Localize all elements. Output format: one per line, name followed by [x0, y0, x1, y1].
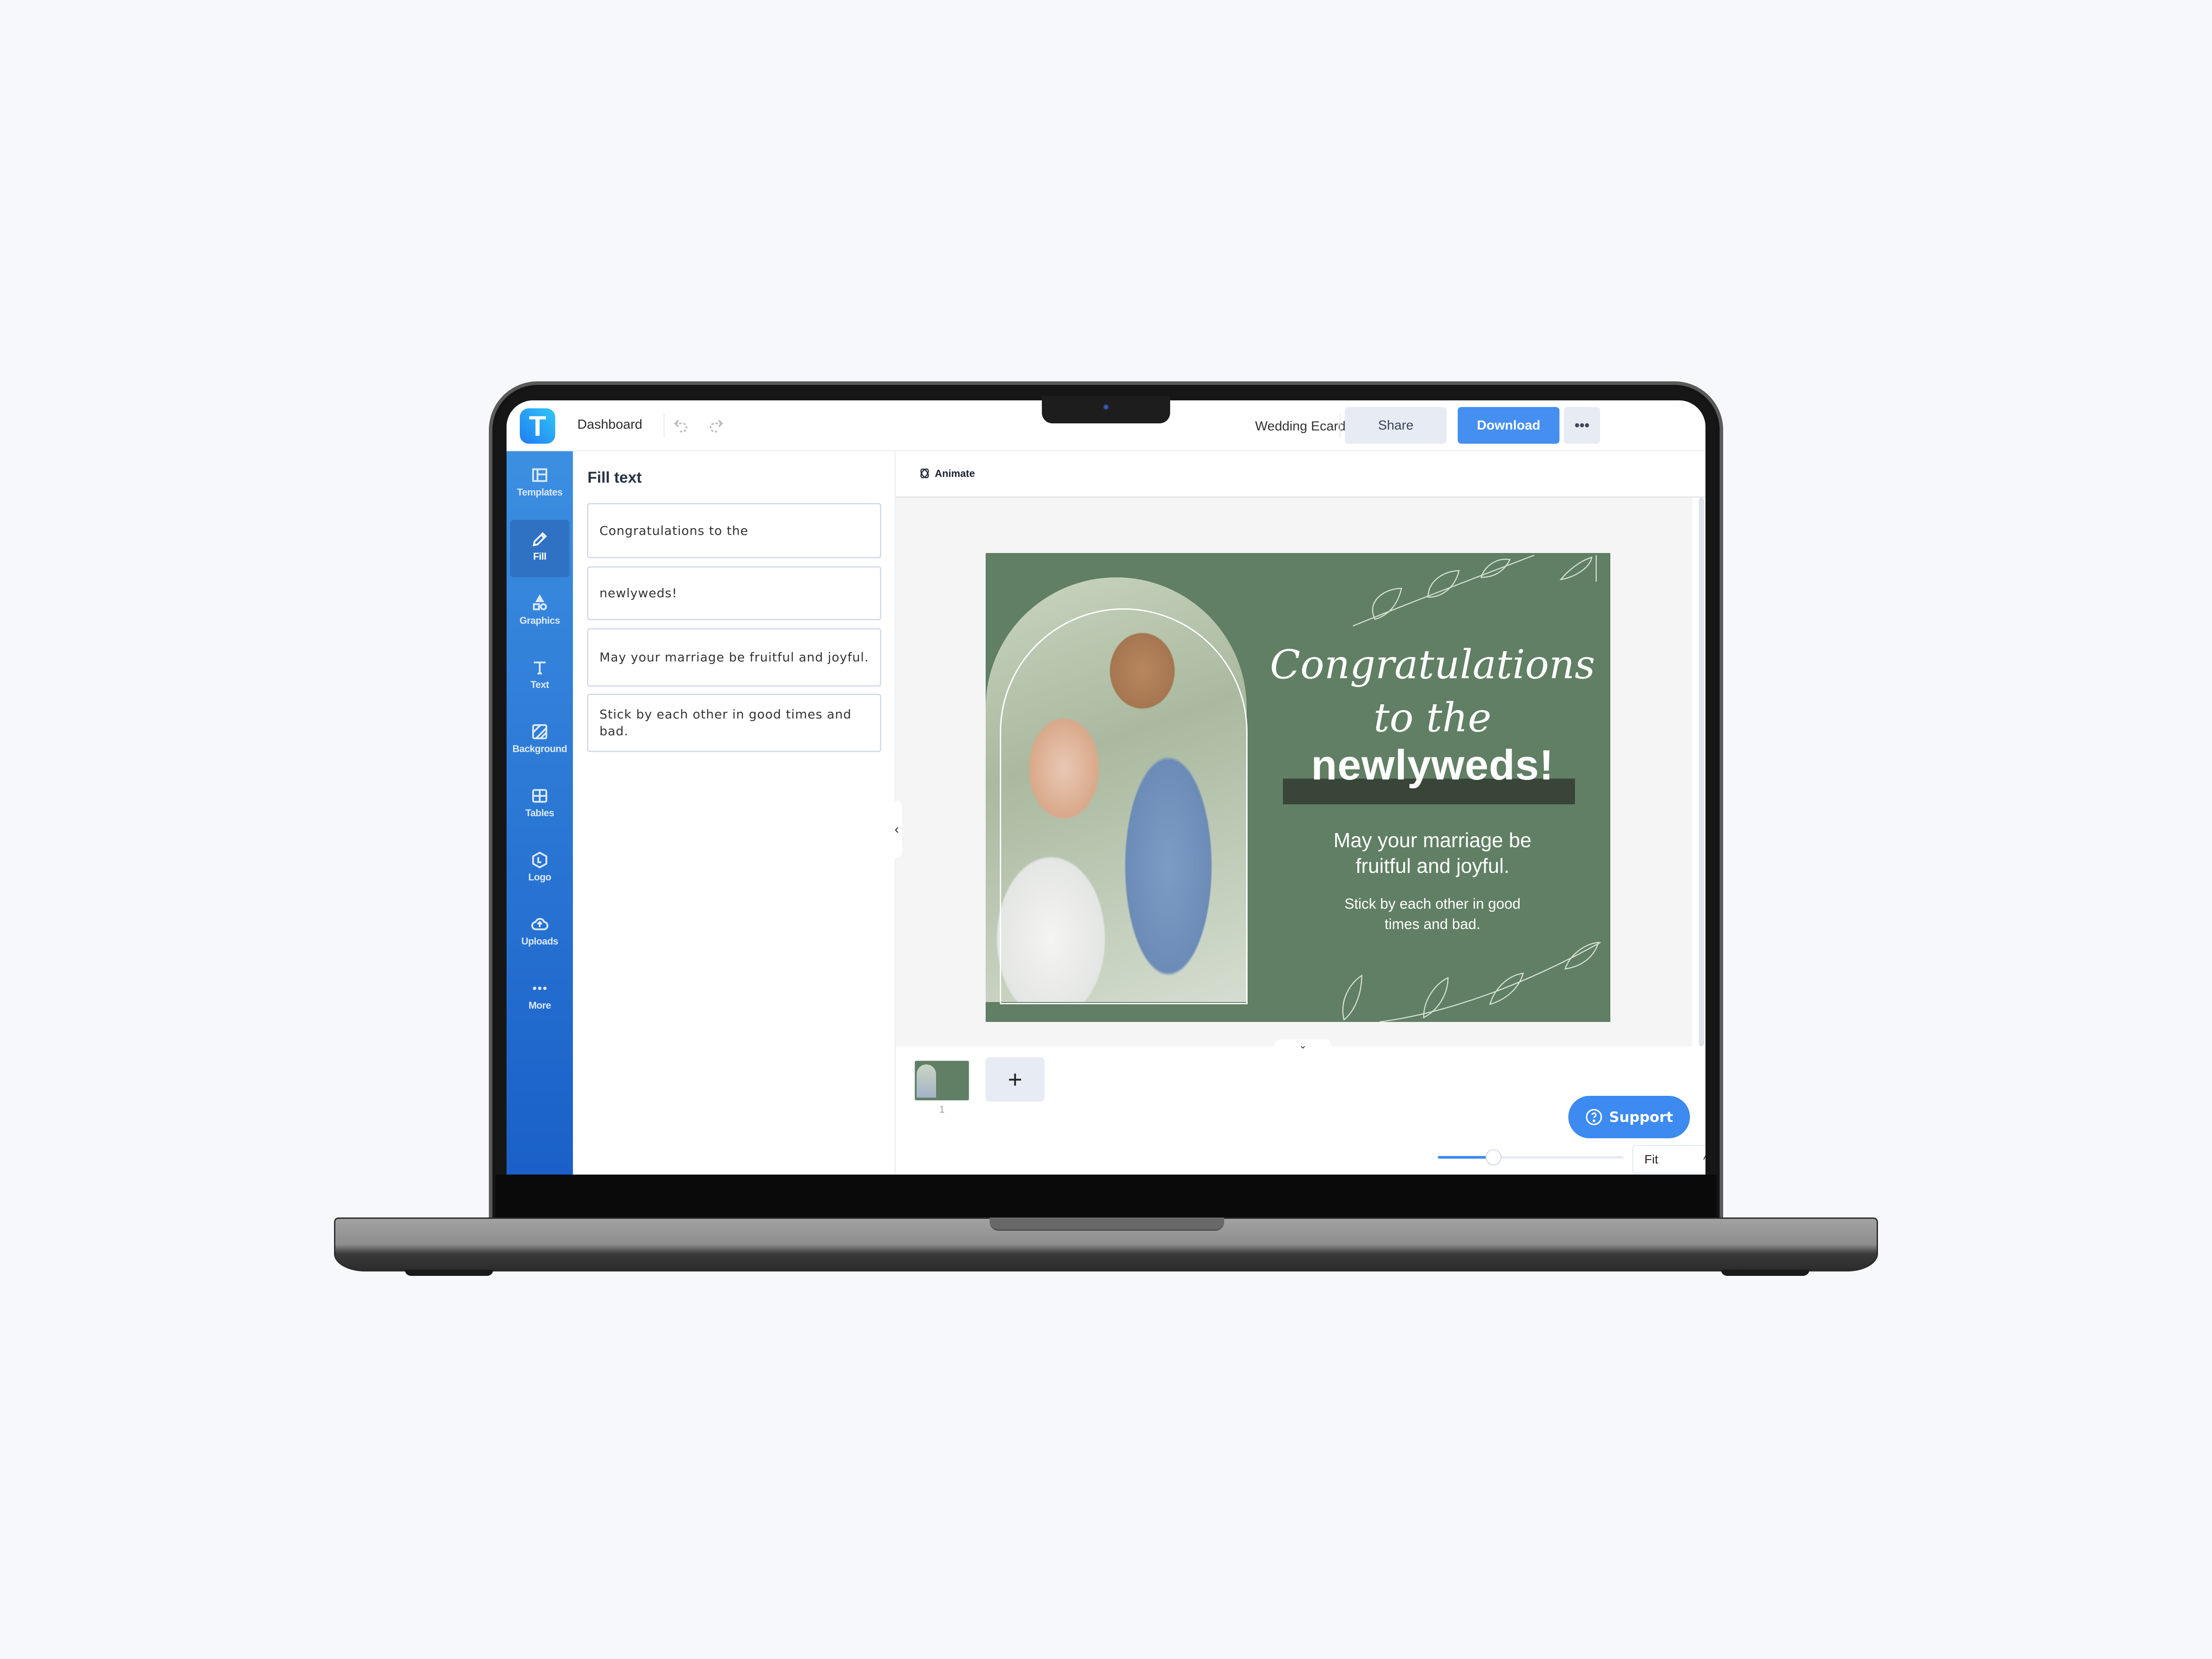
leaf-decoration-bottom — [1342, 941, 1601, 1022]
sidebar-item-label: More — [528, 1000, 551, 1011]
redo-icon[interactable] — [707, 415, 726, 434]
sidebar-item-label: Uploads — [521, 936, 558, 947]
collapse-pages-button[interactable]: ⌄ — [1274, 1040, 1332, 1053]
card-message-1-line: May your marriage be — [1333, 829, 1532, 852]
sidebar-item-background[interactable]: Background — [510, 712, 569, 770]
sidebar-item-label: Tables — [525, 807, 554, 818]
card-message-2-line: times and bad. — [1384, 916, 1481, 932]
background-icon — [532, 724, 547, 739]
leaf-decoration-top — [1352, 554, 1597, 627]
sidebar-item-templates[interactable]: Templates — [510, 456, 569, 513]
card-message-2[interactable]: Stick by each other in good times and ba… — [1269, 894, 1596, 934]
sidebar-item-more[interactable]: More — [510, 969, 569, 1026]
sidebar-item-label: Templates — [517, 487, 563, 498]
collapse-panel-button[interactable]: ‹ — [891, 801, 902, 858]
fill-text-field[interactable]: Stick by each other in good times and ba… — [587, 694, 881, 752]
camera-notch — [1042, 396, 1170, 423]
sidebar-item-fill[interactable]: Fill — [510, 520, 569, 577]
animate-label: Animate — [935, 467, 975, 479]
sidebar-item-text[interactable]: Text — [510, 648, 569, 706]
chevron-up-icon: ^ — [1703, 1152, 1705, 1167]
sidebar: Templates Fill Graphics Text Background … — [507, 451, 573, 1175]
zoom-mode-value: Fit — [1644, 1152, 1659, 1166]
app-logo[interactable]: T — [520, 408, 555, 444]
sidebar-item-graphics[interactable]: Graphics — [510, 584, 569, 641]
vertical-scrollbar[interactable] — [1699, 498, 1704, 1046]
templates-icon — [532, 468, 547, 482]
sidebar-item-uploads[interactable]: Uploads — [510, 905, 569, 962]
laptop-foot — [1721, 1270, 1809, 1276]
card-message-1[interactable]: May your marriage be fruitful and joyful… — [1269, 827, 1596, 879]
sidebar-item-tables[interactable]: Tables — [510, 776, 569, 834]
sidebar-item-label: Logo — [528, 872, 551, 883]
undo-icon[interactable] — [671, 415, 691, 434]
logo-icon — [532, 852, 547, 868]
panel-title: Fill text — [588, 469, 642, 486]
add-page-button[interactable]: + — [986, 1057, 1045, 1102]
laptop-foot — [405, 1270, 493, 1276]
sidebar-item-logo[interactable]: Logo — [510, 841, 569, 898]
canvas-toolbar: Animate — [896, 451, 1705, 498]
zoom-select[interactable]: Fit ^ — [1632, 1145, 1705, 1174]
share-button[interactable]: Share — [1345, 407, 1447, 444]
chevron-down-icon: ⌄ — [1298, 1040, 1307, 1051]
fill-text-field[interactable]: Congratulations to the — [587, 503, 881, 558]
help-circle-icon — [1586, 1109, 1602, 1125]
card-headline[interactable]: newlyweds! — [1269, 741, 1596, 790]
page-number: 1 — [939, 1104, 945, 1115]
camera-icon — [1103, 404, 1109, 410]
support-label: Support — [1609, 1109, 1673, 1125]
page-thumbnail[interactable] — [914, 1060, 970, 1102]
support-button[interactable]: Support — [1568, 1096, 1690, 1138]
fill-text-field[interactable]: May your marriage be fruitful and joyful… — [587, 628, 881, 687]
slider-thumb[interactable] — [1486, 1149, 1502, 1165]
zoom-slider[interactable] — [1438, 1148, 1624, 1166]
pencil-icon — [533, 532, 547, 546]
dashboard-link[interactable]: Dashboard — [577, 417, 642, 432]
download-button[interactable]: Download — [1458, 407, 1559, 444]
table-icon — [532, 789, 547, 803]
text-icon — [534, 661, 546, 675]
card-to-the[interactable]: to the — [1269, 690, 1596, 745]
cloud-upload-icon — [531, 918, 549, 930]
animate-icon — [920, 468, 929, 479]
more-options-button[interactable]: ••• — [1564, 407, 1600, 444]
shapes-icon — [533, 595, 547, 611]
sidebar-item-label: Text — [530, 679, 549, 690]
more-dots-icon — [533, 987, 547, 990]
sidebar-item-label: Graphics — [519, 615, 560, 626]
laptop-hinge-notch — [990, 1217, 1224, 1231]
fill-text-field[interactable]: newlyweds! — [587, 566, 881, 620]
card-congratulations[interactable]: Congratulations — [1269, 637, 1596, 692]
laptop-chin — [495, 1175, 1717, 1219]
fill-text-panel: Fill text Congratulations to the newlywe… — [573, 451, 896, 1175]
thumbnail-photo — [917, 1064, 936, 1098]
chevron-left-icon: ‹ — [895, 822, 899, 837]
arch-frame — [1000, 608, 1248, 1004]
ecard-design[interactable]: Congratulations to the newlyweds! May yo… — [986, 553, 1610, 1022]
sidebar-item-label: Fill — [533, 551, 546, 562]
animate-button[interactable]: Animate — [918, 467, 975, 480]
card-message-2-line: Stick by each other in good — [1344, 895, 1521, 912]
card-message-1-line: fruitful and joyful. — [1356, 854, 1509, 877]
sidebar-item-label: Background — [512, 743, 567, 754]
